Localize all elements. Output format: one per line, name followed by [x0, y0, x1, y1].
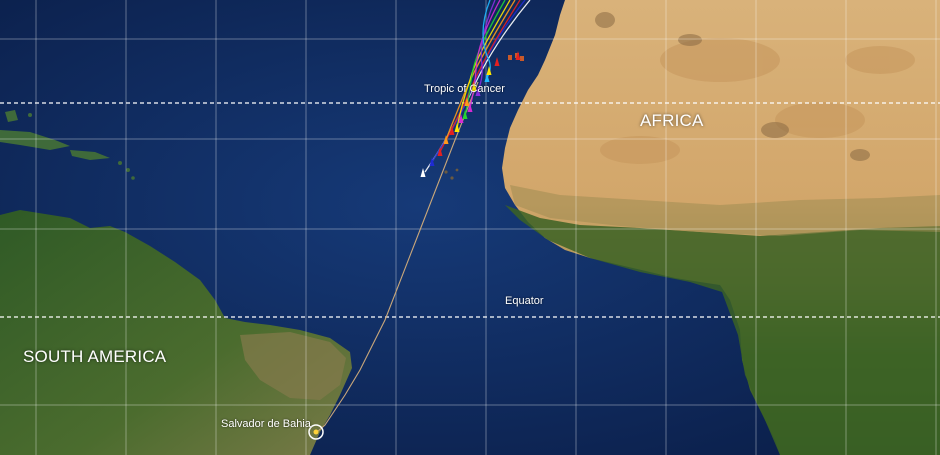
race-tracking-map[interactable]: Tropic of Cancer Equator AFRICA SOUTH AM… — [0, 0, 940, 455]
africa-label: AFRICA — [640, 111, 704, 130]
south-america-label: SOUTH AMERICA — [23, 347, 167, 366]
tropic-of-cancer-label: Tropic of Cancer — [424, 83, 505, 95]
destination-label: Salvador de Bahia — [221, 418, 311, 430]
map-canvas — [0, 0, 940, 455]
equator-label: Equator — [505, 295, 544, 307]
